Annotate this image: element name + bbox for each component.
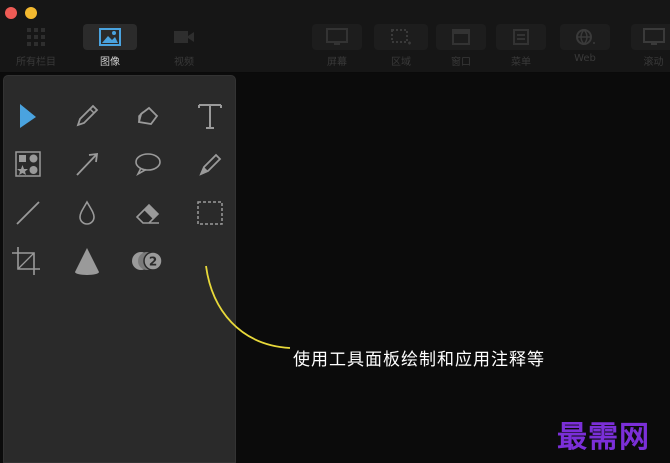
- callout-text: 使用工具面板绘制和应用注释等: [293, 350, 545, 370]
- watermark: 最需网: [557, 420, 650, 455]
- callout-line: [205, 265, 291, 349]
